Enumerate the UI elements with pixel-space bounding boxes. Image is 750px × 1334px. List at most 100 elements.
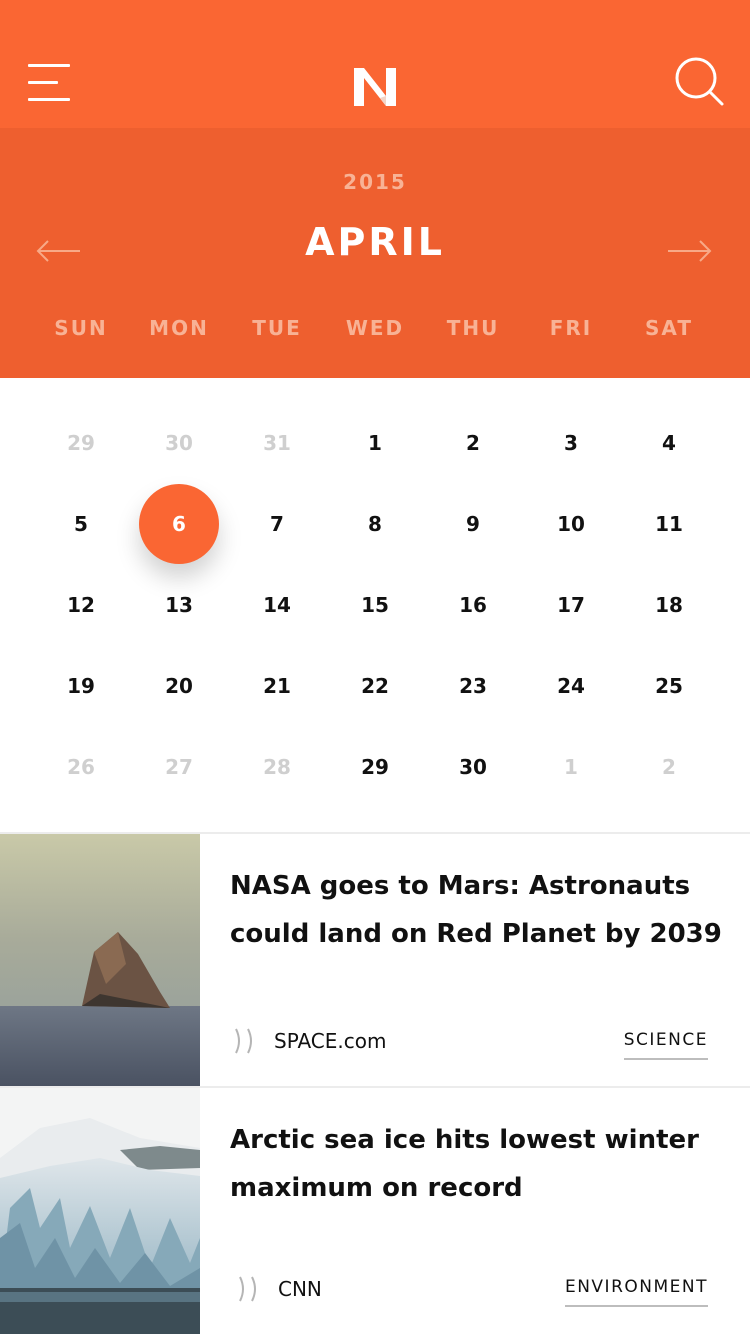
weekday-label: SAT bbox=[645, 316, 693, 340]
calendar-day-number: 18 bbox=[655, 592, 683, 617]
calendar-day-number: 7 bbox=[270, 511, 284, 536]
calendar-day[interactable]: 2 bbox=[424, 402, 522, 483]
news-category-tag[interactable]: SCIENCE bbox=[623, 1030, 708, 1060]
calendar-day[interactable]: 16 bbox=[424, 564, 522, 645]
calendar-day-number: 13 bbox=[165, 592, 193, 617]
calendar-day-number: 16 bbox=[459, 592, 487, 617]
calendar-day-number: 31 bbox=[263, 430, 291, 455]
calendar-day-number: 15 bbox=[361, 592, 389, 617]
calendar-day-number: 3 bbox=[564, 430, 578, 455]
calendar-day-number: 1 bbox=[368, 430, 382, 455]
calendar-week-row: 12 13 14 15 16 17 18 bbox=[32, 564, 718, 645]
calendar-day[interactable]: 24 bbox=[522, 645, 620, 726]
calendar-day-number: 19 bbox=[67, 673, 95, 698]
calendar-week-row: 5 6 7 8 9 10 11 bbox=[32, 483, 718, 564]
top-bar bbox=[0, 0, 750, 128]
news-title[interactable]: NASA goes to Mars: Astronauts could land… bbox=[230, 862, 730, 958]
calendar-day[interactable]: 26 bbox=[32, 726, 130, 807]
calendar-grid: 29 30 31 1 2 3 4 5 6 7 8 9 10 11 12 13 14 15 16 17 18 19 20 21 2… bbox=[32, 402, 718, 807]
calendar-day-number: 25 bbox=[655, 673, 683, 698]
calendar-year: 2015 bbox=[343, 170, 407, 194]
calendar-day-number: 12 bbox=[67, 592, 95, 617]
calendar-day[interactable]: 11 bbox=[620, 483, 718, 564]
calendar-day[interactable]: 30 bbox=[424, 726, 522, 807]
hamburger-menu-icon[interactable] bbox=[28, 64, 72, 102]
weekday-labels: SUN MON TUE WED THU FRI SAT bbox=[32, 316, 718, 346]
calendar-day-number: 24 bbox=[557, 673, 585, 698]
calendar-week-row: 26 27 28 29 30 1 2 bbox=[32, 726, 718, 807]
calendar-day-number: 17 bbox=[557, 592, 585, 617]
calendar-day-number: 28 bbox=[263, 754, 291, 779]
calendar-day[interactable]: 8 bbox=[326, 483, 424, 564]
calendar-day[interactable]: 1 bbox=[522, 726, 620, 807]
calendar-day[interactable]: 13 bbox=[130, 564, 228, 645]
calendar-day-number: 27 bbox=[165, 754, 193, 779]
weekday-label: FRI bbox=[549, 316, 593, 340]
calendar-header: 2015 APRIL SUN MON TUE WED THU FRI SAT bbox=[0, 128, 750, 378]
news-item[interactable]: Arctic sea ice hits lowest winter maximu… bbox=[0, 1088, 750, 1334]
calendar-day[interactable]: 4 bbox=[620, 402, 718, 483]
weekday-label: TUE bbox=[252, 316, 302, 340]
weekday-label: MON bbox=[149, 316, 209, 340]
calendar-week-row: 29 30 31 1 2 3 4 bbox=[32, 402, 718, 483]
calendar-day[interactable]: 3 bbox=[522, 402, 620, 483]
weekday-label: SUN bbox=[54, 316, 108, 340]
calendar-day-number: 8 bbox=[368, 511, 382, 536]
calendar-day[interactable]: 27 bbox=[130, 726, 228, 807]
calendar-day-number: 11 bbox=[655, 511, 683, 536]
broadcast-icon bbox=[234, 1274, 266, 1304]
calendar-day-number: 10 bbox=[557, 511, 585, 536]
calendar-day[interactable]: 25 bbox=[620, 645, 718, 726]
calendar-day[interactable]: 5 bbox=[32, 483, 130, 564]
calendar-day[interactable]: 20 bbox=[130, 645, 228, 726]
search-icon[interactable] bbox=[674, 56, 726, 108]
calendar-day[interactable]: 15 bbox=[326, 564, 424, 645]
calendar-day[interactable]: 21 bbox=[228, 645, 326, 726]
calendar-month: APRIL bbox=[305, 220, 445, 264]
news-title[interactable]: Arctic sea ice hits lowest winter maximu… bbox=[230, 1116, 730, 1212]
news-category-tag[interactable]: ENVIRONMENT bbox=[564, 1277, 708, 1307]
calendar-day[interactable]: 14 bbox=[228, 564, 326, 645]
calendar-day[interactable]: 9 bbox=[424, 483, 522, 564]
calendar-day-number: 21 bbox=[263, 673, 291, 698]
weekday-label: THU bbox=[446, 316, 500, 340]
calendar-day[interactable]: 7 bbox=[228, 483, 326, 564]
calendar-day-number: 1 bbox=[564, 754, 578, 779]
calendar-day-number: 4 bbox=[662, 430, 676, 455]
calendar-day-number: 5 bbox=[74, 511, 88, 536]
calendar-day[interactable]: 10 bbox=[522, 483, 620, 564]
news-source: CNN bbox=[278, 1277, 322, 1301]
calendar-day[interactable]: 30 bbox=[130, 402, 228, 483]
weekday-label: WED bbox=[345, 316, 405, 340]
calendar-day[interactable]: 12 bbox=[32, 564, 130, 645]
calendar-day[interactable]: 28 bbox=[228, 726, 326, 807]
calendar-day-number: 29 bbox=[361, 754, 389, 779]
calendar-day-number: 20 bbox=[165, 673, 193, 698]
calendar-day[interactable]: 19 bbox=[32, 645, 130, 726]
calendar-day-selected[interactable]: 6 bbox=[130, 483, 228, 564]
broadcast-icon bbox=[230, 1026, 262, 1056]
calendar-day[interactable]: 29 bbox=[326, 726, 424, 807]
calendar-day[interactable]: 29 bbox=[32, 402, 130, 483]
calendar-day-number: 22 bbox=[361, 673, 389, 698]
calendar-day[interactable]: 31 bbox=[228, 402, 326, 483]
calendar-day-number: 9 bbox=[466, 511, 480, 536]
calendar-day[interactable]: 2 bbox=[620, 726, 718, 807]
calendar-day[interactable]: 18 bbox=[620, 564, 718, 645]
calendar-week-row: 19 20 21 22 23 24 25 bbox=[32, 645, 718, 726]
app-logo[interactable] bbox=[348, 62, 402, 110]
news-thumbnail-rock-island bbox=[0, 834, 200, 1086]
calendar-day-number: 30 bbox=[165, 430, 193, 455]
news-thumbnail-glacier bbox=[0, 1088, 200, 1334]
calendar-day-number: 30 bbox=[459, 754, 487, 779]
calendar-day-number: 6 bbox=[172, 511, 186, 536]
news-item[interactable]: NASA goes to Mars: Astronauts could land… bbox=[0, 834, 750, 1086]
calendar-day-number: 14 bbox=[263, 592, 291, 617]
calendar-day[interactable]: 17 bbox=[522, 564, 620, 645]
calendar-day[interactable]: 23 bbox=[424, 645, 522, 726]
calendar-day[interactable]: 22 bbox=[326, 645, 424, 726]
calendar-day-number: 26 bbox=[67, 754, 95, 779]
calendar-day[interactable]: 1 bbox=[326, 402, 424, 483]
news-source: SPACE.com bbox=[274, 1029, 387, 1053]
arrow-right-icon[interactable] bbox=[666, 236, 712, 266]
